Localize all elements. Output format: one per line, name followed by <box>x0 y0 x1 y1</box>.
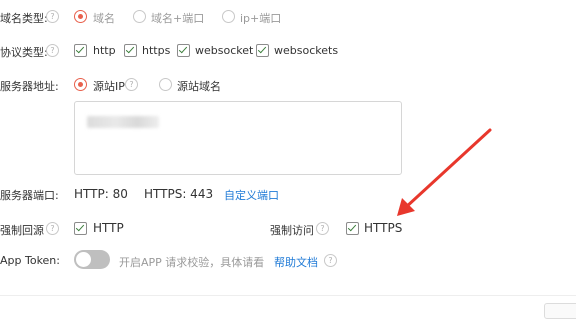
annotation-arrow-icon <box>397 128 492 216</box>
